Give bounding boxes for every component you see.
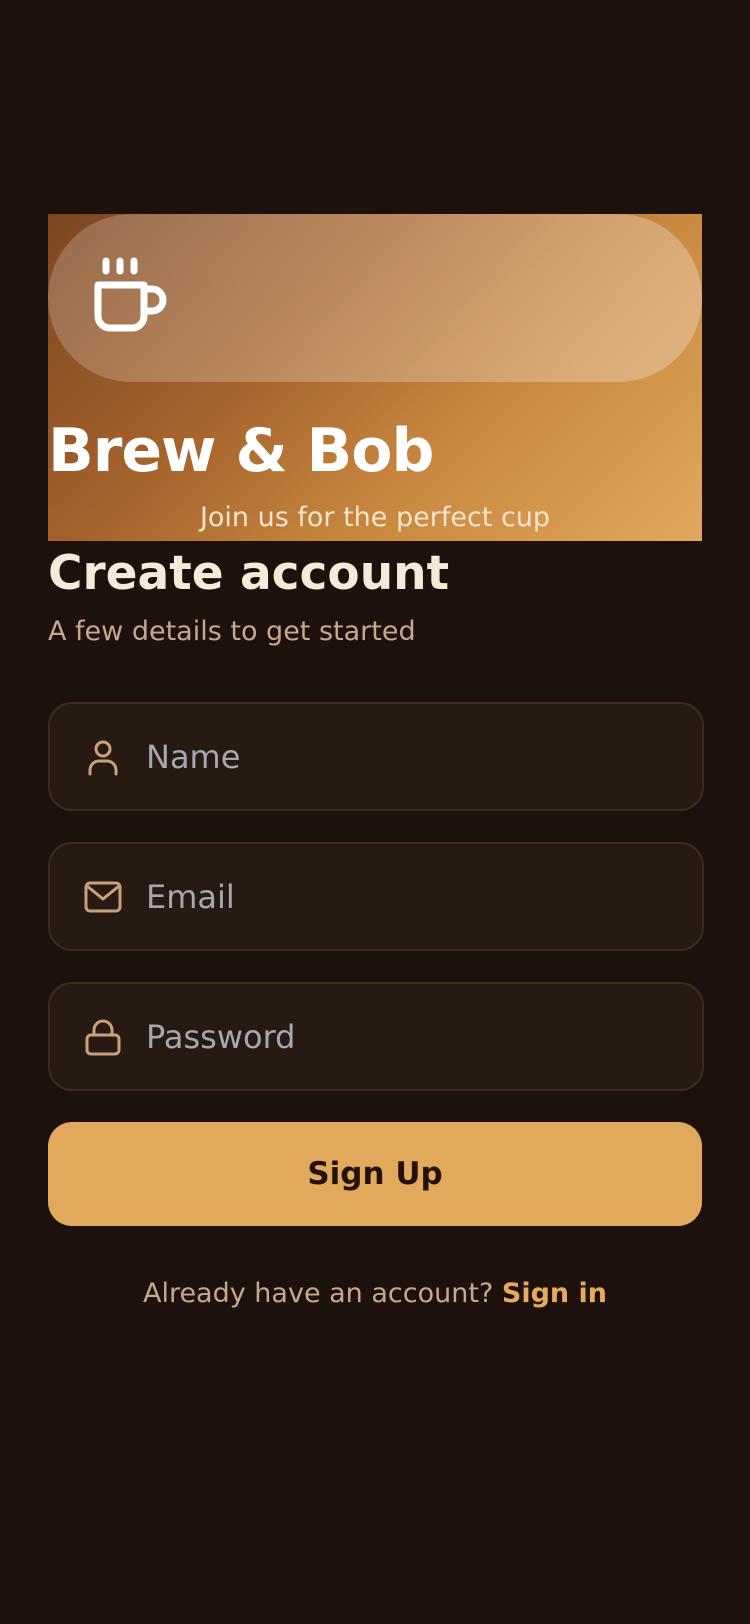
hero-banner: Brew & Bob Join us for the perfect cup [48,214,702,541]
user-icon [88,740,118,776]
mail-icon [84,881,122,913]
email-input[interactable] [146,844,666,949]
password-field[interactable] [48,982,704,1091]
sign-in-prompt-text: Already have an account? [142,1278,494,1309]
sign-up-button[interactable]: Sign Up [48,1122,702,1226]
coffee-cup-icon [94,257,167,332]
app-tagline: Join us for the perfect cup [199,502,551,533]
hero-pill [48,214,702,382]
name-field[interactable] [48,702,704,811]
sign-in-link[interactable]: Sign in [502,1278,607,1309]
name-input[interactable] [146,704,666,809]
app-title: Brew & Bob [48,416,434,486]
password-input[interactable] [146,984,666,1089]
page-subtitle: A few details to get started [48,616,416,647]
sign-in-prompt: Already have an account? Sign in [0,1278,750,1309]
email-field[interactable] [48,842,704,951]
lock-icon [85,1019,121,1056]
page-title: Create account [48,546,450,601]
